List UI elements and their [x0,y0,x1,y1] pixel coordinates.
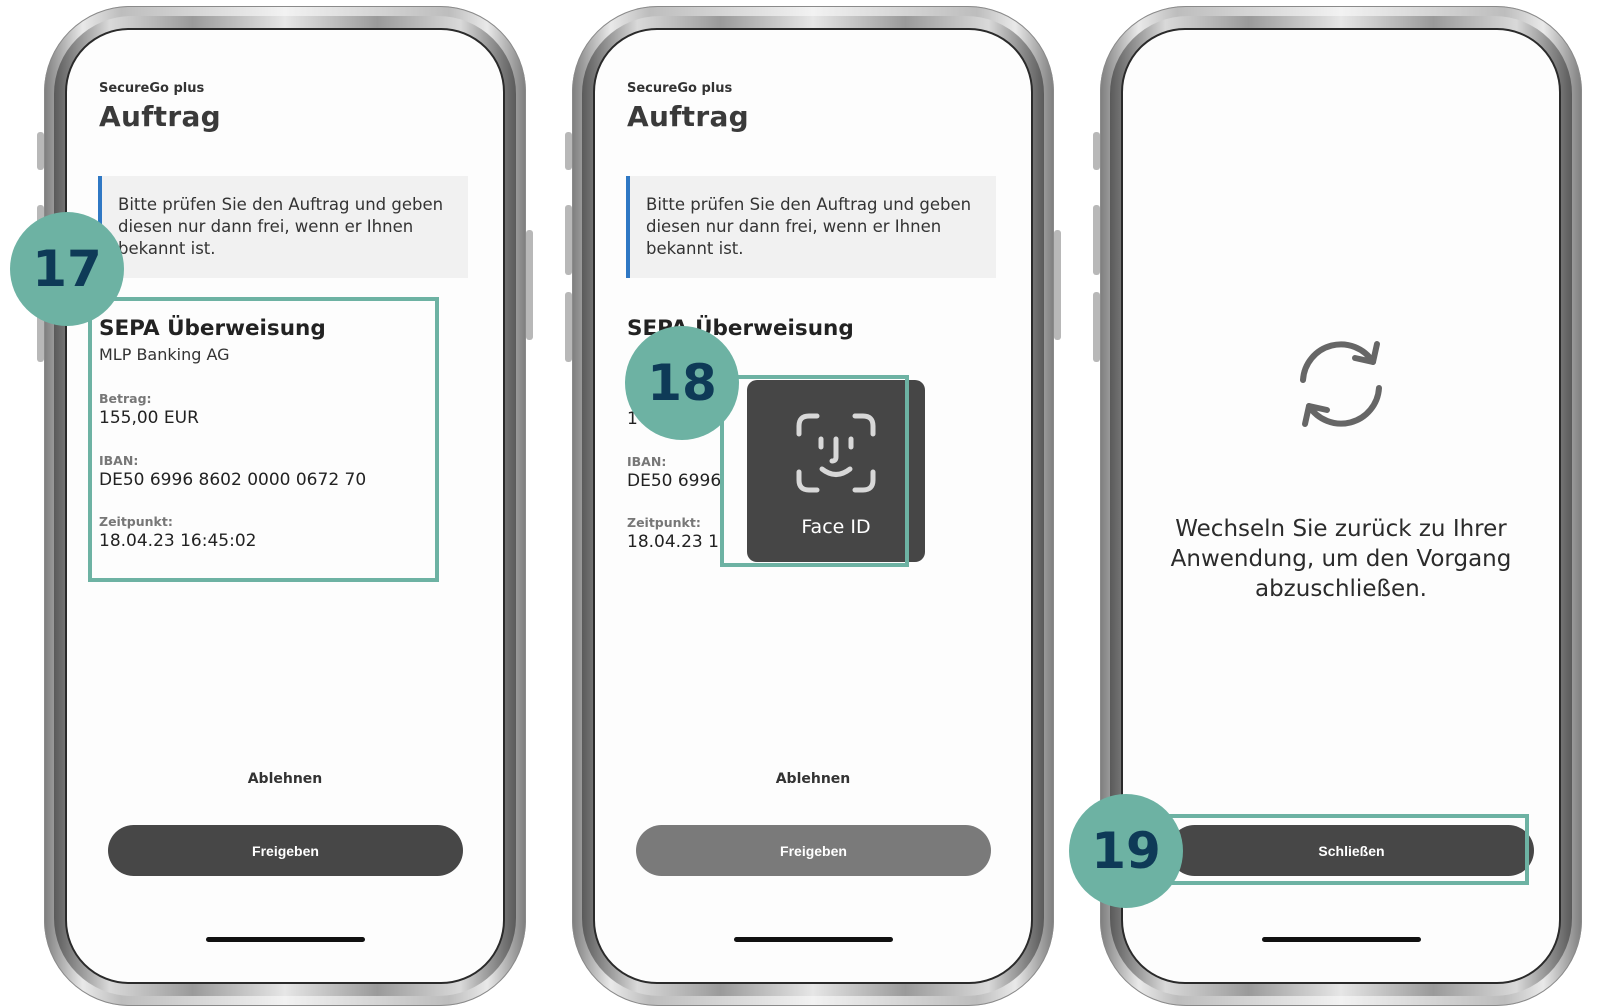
step-marker-19: 19 [1069,794,1183,908]
notice-box: Bitte prüfen Sie den Auftrag und geben d… [626,176,996,278]
side-button [1054,230,1061,340]
step-marker-18: 18 [625,326,739,440]
side-button [565,292,572,362]
app-name: SecureGo plus [627,81,733,96]
approve-button[interactable]: Freigeben [108,825,463,876]
side-button [526,230,533,340]
side-button [37,132,44,170]
app-name: SecureGo plus [99,81,205,96]
approve-button[interactable]: Freigeben [636,825,991,876]
home-indicator [734,937,893,942]
decline-button[interactable]: Ablehnen [595,771,1031,787]
step-marker-17: 17 [10,212,124,326]
sync-icon [1300,341,1382,427]
iban-label: IBAN: [627,454,667,469]
iban-value: DE50 6996 [627,471,722,491]
side-button [565,205,572,275]
home-indicator [206,937,365,942]
sync-message: Wechseln Sie zurück zu Ihrer Anwendung, … [1170,516,1512,602]
home-indicator [1262,937,1421,942]
side-button [1093,292,1100,362]
side-button [1093,132,1100,170]
side-button [1093,205,1100,275]
faceid-highlight [720,375,909,567]
page-title: Auftrag [627,100,750,133]
close-button-highlight [1166,814,1529,885]
side-button [565,132,572,170]
time-value: 18.04.23 1 [627,532,719,552]
time-label: Zeitpunkt: [627,515,701,530]
notice-box: Bitte prüfen Sie den Auftrag und geben d… [98,176,468,278]
decline-button[interactable]: Ablehnen [67,771,503,787]
order-details-highlight [88,297,439,582]
page-title: Auftrag [99,100,222,133]
